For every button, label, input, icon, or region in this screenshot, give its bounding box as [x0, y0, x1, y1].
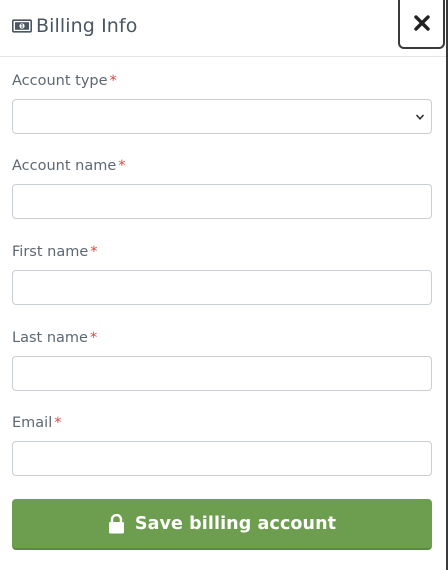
save-billing-account-button[interactable]: Save billing account [12, 499, 432, 550]
close-button[interactable] [398, 0, 445, 49]
lock-icon [108, 513, 124, 533]
last-name-label-text: Last name [12, 330, 88, 346]
account-type-label: Account type * [12, 73, 432, 91]
first-name-field: First name * [12, 244, 432, 305]
account-type-select[interactable] [12, 99, 432, 134]
account-name-field: Account name * [12, 158, 432, 219]
first-name-label: First name * [12, 244, 432, 262]
account-name-label: Account name * [12, 158, 432, 176]
required-marker: * [90, 244, 98, 260]
email-label: Email * [12, 415, 432, 433]
last-name-input[interactable] [12, 356, 432, 391]
email-field: Email * [12, 415, 432, 476]
title-wrap: 1 Billing Info [12, 15, 137, 37]
save-button-label: Save billing account [134, 513, 337, 534]
first-name-label-text: First name [12, 244, 89, 260]
chevron-down-icon [415, 114, 425, 120]
email-label-text: Email [12, 415, 53, 431]
email-input[interactable] [12, 441, 432, 476]
account-type-label-text: Account type [12, 73, 108, 89]
required-marker: * [89, 330, 98, 346]
account-name-label-text: Account name [12, 158, 117, 174]
page-title: Billing Info [36, 15, 138, 37]
last-name-label: Last name * [12, 330, 432, 348]
close-icon [413, 15, 430, 31]
billing-info-panel: 1 Billing Info Account type * Account nam… [0, 0, 448, 570]
account-name-input[interactable] [12, 184, 432, 219]
last-name-field: Last name * [12, 330, 432, 391]
required-marker: * [54, 415, 62, 431]
required-marker: * [118, 158, 126, 174]
first-name-input[interactable] [12, 270, 432, 305]
required-marker: * [109, 73, 117, 89]
money-bill-icon: 1 [12, 19, 32, 33]
panel-header: 1 Billing Info [0, 0, 446, 57]
svg-text:1: 1 [20, 24, 23, 30]
account-type-field: Account type * [12, 73, 432, 134]
